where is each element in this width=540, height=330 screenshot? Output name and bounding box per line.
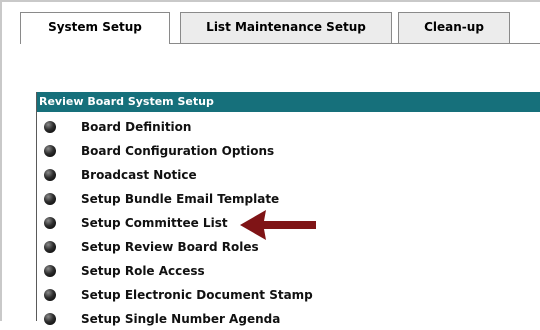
menu-item-label: Setup Bundle Email Template xyxy=(81,192,280,206)
tab-label: System Setup xyxy=(48,20,142,34)
bullet-icon xyxy=(44,265,56,277)
menu-item-broadcast-notice[interactable]: Broadcast Notice xyxy=(37,164,517,186)
tab-divider xyxy=(170,43,180,44)
bullet-icon xyxy=(44,241,56,253)
bullet-icon xyxy=(44,169,56,181)
tab-system-setup[interactable]: System Setup xyxy=(20,12,170,44)
menu-item-label: Broadcast Notice xyxy=(81,168,197,182)
menu-item-label: Setup Electronic Document Stamp xyxy=(81,288,313,302)
tab-label: List Maintenance Setup xyxy=(206,20,366,34)
panel-title: Review Board System Setup xyxy=(37,92,540,112)
tab-label: Clean-up xyxy=(424,20,484,34)
menu-item-label: Setup Single Number Agenda xyxy=(81,312,281,326)
menu-item-board-configuration-options[interactable]: Board Configuration Options xyxy=(37,140,517,162)
bullet-icon xyxy=(44,217,56,229)
tab-list-maintenance-setup[interactable]: List Maintenance Setup xyxy=(180,12,392,44)
menu-item-label: Setup Review Board Roles xyxy=(81,240,259,254)
tab-clean-up[interactable]: Clean-up xyxy=(398,12,510,44)
menu-item-setup-single-number-agenda[interactable]: Setup Single Number Agenda xyxy=(37,308,517,330)
menu-item-board-definition[interactable]: Board Definition xyxy=(37,116,517,138)
menu-item-label: Board Configuration Options xyxy=(81,144,275,158)
menu-item-label: Board Definition xyxy=(81,120,192,134)
bullet-icon xyxy=(44,289,56,301)
bullet-icon xyxy=(44,145,56,157)
menu-item-setup-role-access[interactable]: Setup Role Access xyxy=(37,260,517,282)
bullet-icon xyxy=(44,313,56,325)
menu-item-setup-electronic-document-stamp[interactable]: Setup Electronic Document Stamp xyxy=(37,284,517,306)
tab-divider xyxy=(510,43,540,44)
bullet-icon xyxy=(44,193,56,205)
left-arrow-icon xyxy=(240,210,316,240)
tab-bar: System Setup List Maintenance Setup Clea… xyxy=(0,0,540,48)
bullet-icon xyxy=(44,121,56,133)
menu-item-label: Setup Role Access xyxy=(81,264,205,278)
menu-item-label: Setup Committee List xyxy=(81,216,228,230)
